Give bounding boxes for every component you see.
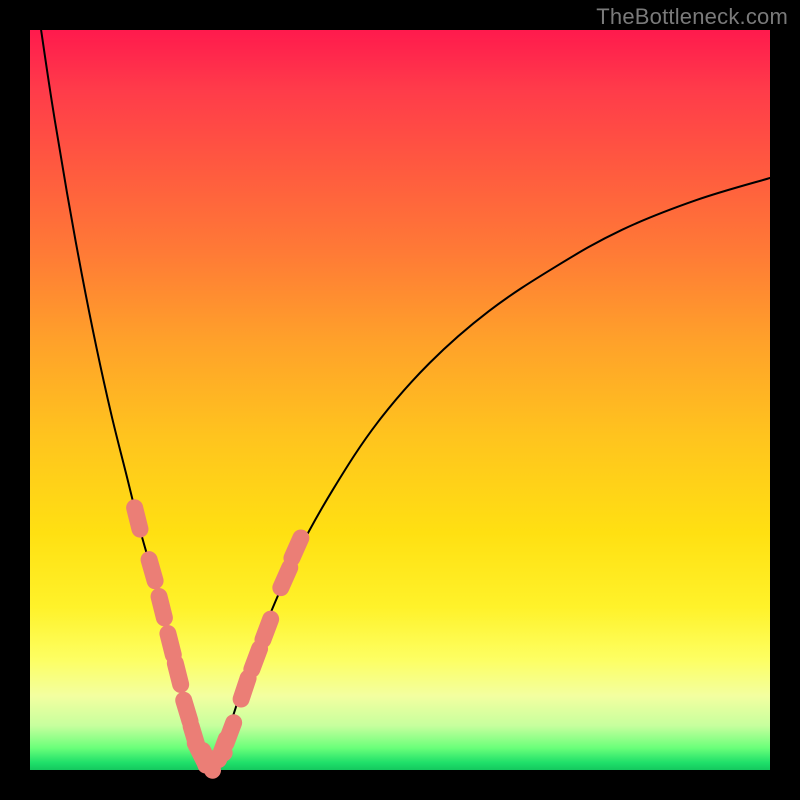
marker-dot (226, 723, 234, 744)
bottleneck-curve (41, 30, 770, 764)
marker-dot (252, 649, 260, 670)
marker-dot (149, 560, 155, 581)
marker-dot (263, 619, 271, 640)
marker-dots-group (135, 508, 301, 770)
marker-dot (281, 568, 290, 588)
watermark-text: TheBottleneck.com (596, 4, 788, 30)
plot-gradient-area (30, 30, 770, 770)
marker-dot (135, 508, 140, 529)
curve-svg (30, 30, 770, 770)
marker-dot (241, 678, 248, 699)
marker-dot (168, 634, 173, 655)
marker-dot (159, 597, 164, 618)
chart-frame: TheBottleneck.com (0, 0, 800, 800)
marker-dot (292, 538, 301, 558)
marker-dot (175, 663, 180, 684)
